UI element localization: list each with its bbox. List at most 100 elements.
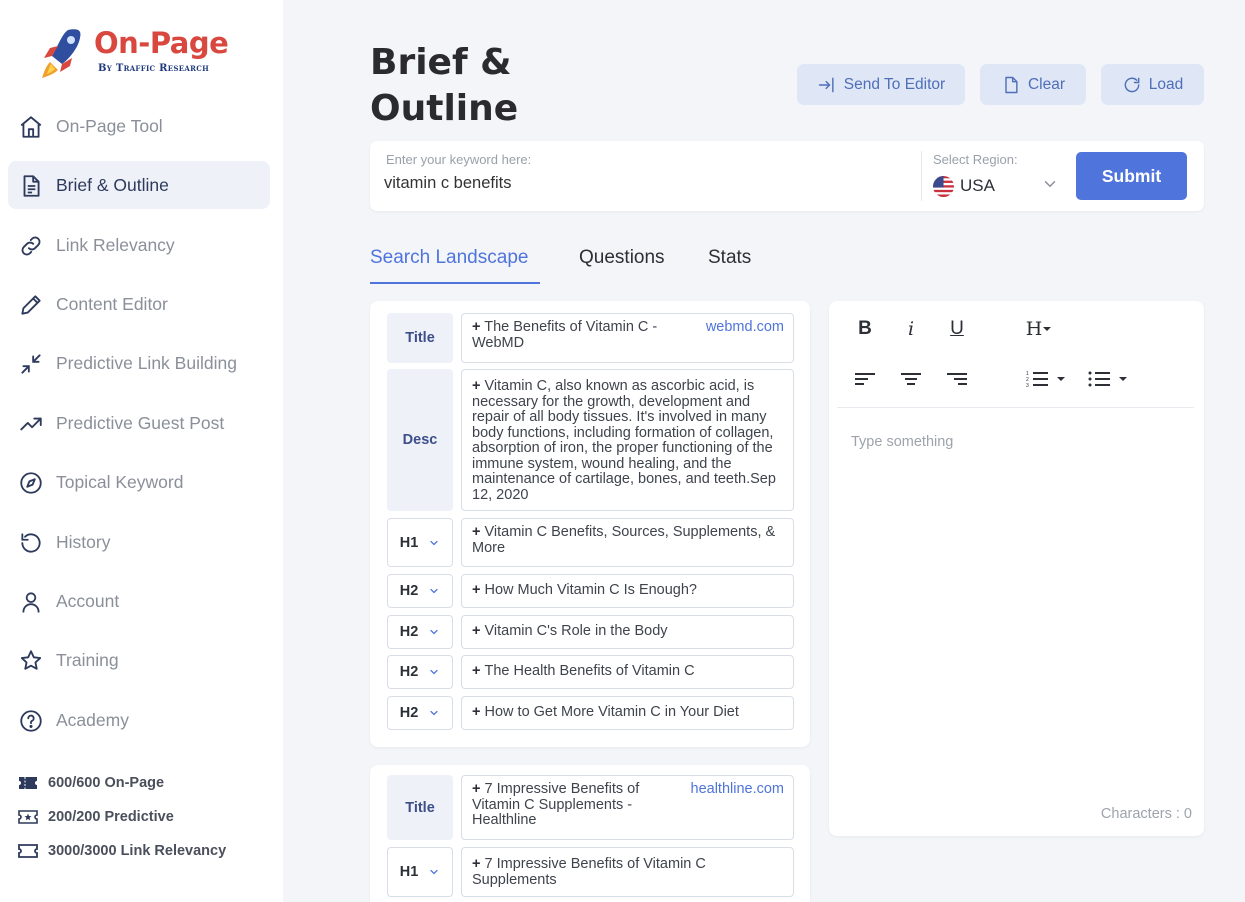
sidebar-item-history[interactable]: History [8, 518, 270, 566]
desc-box[interactable]: + Vitamin C, also known as ascorbic acid… [461, 369, 794, 511]
align-center-button[interactable] [899, 367, 923, 391]
result-domain[interactable]: webmd.com [706, 319, 784, 336]
heading-level-select[interactable]: H2 [387, 615, 453, 649]
pencil-icon [18, 292, 44, 318]
heading-box[interactable]: + The Health Benefits of Vitamin C [461, 655, 794, 689]
align-right-icon [947, 373, 967, 385]
heading-level: H2 [399, 624, 419, 640]
heading-box[interactable]: + How to Get More Vitamin C in Your Diet [461, 696, 794, 730]
bold-button[interactable]: B [853, 315, 877, 343]
heading-level-select[interactable]: H2 [387, 655, 453, 689]
credit-predictive: 200/200 Predictive [18, 807, 174, 827]
align-left-icon [855, 373, 875, 385]
bullet-list-icon [1088, 371, 1110, 387]
align-right-button[interactable] [945, 367, 969, 391]
credit-link-relevancy: 3000/3000 Link Relevancy [18, 841, 226, 861]
heading-level: H2 [399, 583, 419, 599]
align-left-button[interactable] [853, 367, 877, 391]
heading-glyph: H [1025, 318, 1043, 340]
sidebar-item-topical-keyword[interactable]: Topical Keyword [8, 458, 270, 506]
sidebar-item-predictive-guest-post[interactable]: Predictive Guest Post [8, 399, 270, 447]
region-select[interactable]: USA [933, 173, 1059, 199]
align-center-icon [901, 373, 921, 385]
character-count: Characters : 0 [1100, 806, 1192, 822]
heading-text: Vitamin C's Role in the Body [484, 623, 668, 640]
tab-stats[interactable]: Stats [708, 247, 751, 269]
region-value: USA [960, 176, 995, 195]
sidebar-item-account[interactable]: Account [8, 577, 270, 625]
sidebar-item-brief-outline[interactable]: Brief & Outline [8, 161, 270, 209]
heading-level-select[interactable]: H2 [387, 574, 453, 608]
title-box[interactable]: + The Benefits of Vitamin C - WebMD webm… [461, 313, 794, 363]
title-box[interactable]: + 7 Impressive Benefits of Vitamin C Sup… [461, 775, 794, 840]
credit-label: 3000/3000 Link Relevancy [48, 843, 227, 859]
sidebar-item-on-page-tool[interactable]: On-Page Tool [8, 102, 270, 150]
clear-label: Clear [1027, 75, 1066, 93]
heading-level-select[interactable]: H1 [387, 847, 453, 897]
heading-dropdown[interactable]: H [1019, 315, 1059, 343]
heading-text: 7 Impressive Benefits of Vitamin C Suppl… [472, 856, 706, 888]
sidebar-item-label: Brief & Outline [56, 174, 169, 195]
italic-button[interactable]: i [899, 315, 923, 343]
heading-level: H1 [399, 864, 419, 880]
credit-on-page: 600/600 On-Page [18, 773, 164, 793]
title-tag: Title [387, 775, 453, 840]
send-arrow-icon [818, 77, 834, 92]
heading-box[interactable]: + Vitamin C Benefits, Sources, Supplemen… [461, 518, 794, 567]
heading-box[interactable]: + 7 Impressive Benefits of Vitamin C Sup… [461, 847, 794, 897]
ordered-list-dropdown[interactable]: 123 [1021, 367, 1071, 391]
brand-logo[interactable]: On-Page By Traffic Research [38, 26, 258, 82]
user-icon [18, 589, 44, 615]
heading-level: H2 [399, 664, 419, 680]
chevron-down-icon [430, 710, 438, 716]
brand-subtitle: By Traffic Research [98, 63, 210, 74]
bullet-list-dropdown[interactable] [1083, 367, 1133, 391]
plus-sign: + [472, 704, 481, 721]
document-icon [18, 173, 44, 199]
text-editor: B i U H 123 Type something Characters : … [829, 301, 1204, 836]
sidebar-item-label: Predictive Guest Post [56, 412, 225, 433]
chevron-down-icon [430, 669, 438, 675]
result-title: The Benefits of Vitamin C - WebMD [472, 319, 658, 351]
file-icon [1005, 76, 1018, 93]
send-to-editor-button[interactable]: Send To Editor [797, 64, 965, 105]
credit-label: 600/600 On-Page [48, 775, 165, 791]
caret-down-icon [1119, 377, 1127, 381]
heading-text: The Health Benefits of Vitamin C [484, 663, 695, 680]
sidebar-item-label: On-Page Tool [56, 115, 163, 136]
brand-title: On-Page [94, 26, 229, 60]
keyword-input[interactable] [384, 174, 904, 193]
submit-button[interactable]: Submit [1076, 152, 1187, 200]
sidebar-item-training[interactable]: Training [8, 636, 270, 684]
star-icon [18, 648, 44, 674]
heading-text: How Much Vitamin C Is Enough? [484, 582, 698, 599]
chevron-down-icon [430, 869, 438, 875]
sidebar-item-predictive-link-building[interactable]: Predictive Link Building [8, 339, 270, 387]
result-card: Title + The Benefits of Vitamin C - WebM… [370, 301, 810, 747]
keyword-label: Enter your keyword here: [386, 152, 532, 167]
result-description: Vitamin C, also known as ascorbic acid, … [472, 378, 776, 503]
heading-box[interactable]: + How Much Vitamin C Is Enough? [461, 574, 794, 608]
heading-box[interactable]: + Vitamin C's Role in the Body [461, 615, 794, 649]
help-circle-icon [18, 708, 44, 734]
load-label: Load [1148, 75, 1184, 93]
sidebar-item-label: History [56, 531, 111, 552]
load-button[interactable]: Load [1101, 64, 1204, 105]
editor-text-area[interactable]: Type something [851, 434, 953, 450]
plus-sign: + [472, 582, 481, 599]
toolbar-divider [837, 407, 1194, 408]
heading-level-select[interactable]: H2 [387, 696, 453, 730]
underline-button[interactable]: U [945, 315, 969, 343]
keyword-search-card: Enter your keyword here: Select Region: … [370, 141, 1204, 211]
sidebar-item-academy[interactable]: Academy [8, 696, 270, 744]
collapse-arrows-icon [18, 351, 44, 377]
compass-icon [18, 470, 44, 496]
tab-search-landscape[interactable]: Search Landscape [370, 247, 528, 269]
sidebar-item-content-editor[interactable]: Content Editor [8, 280, 270, 328]
tab-questions[interactable]: Questions [579, 247, 665, 269]
sidebar-item-label: Topical Keyword [56, 471, 184, 492]
clear-button[interactable]: Clear [980, 64, 1086, 105]
sidebar-item-link-relevancy[interactable]: Link Relevancy [8, 221, 270, 269]
heading-level-select[interactable]: H1 [387, 518, 453, 567]
result-domain[interactable]: healthline.com [691, 781, 785, 798]
